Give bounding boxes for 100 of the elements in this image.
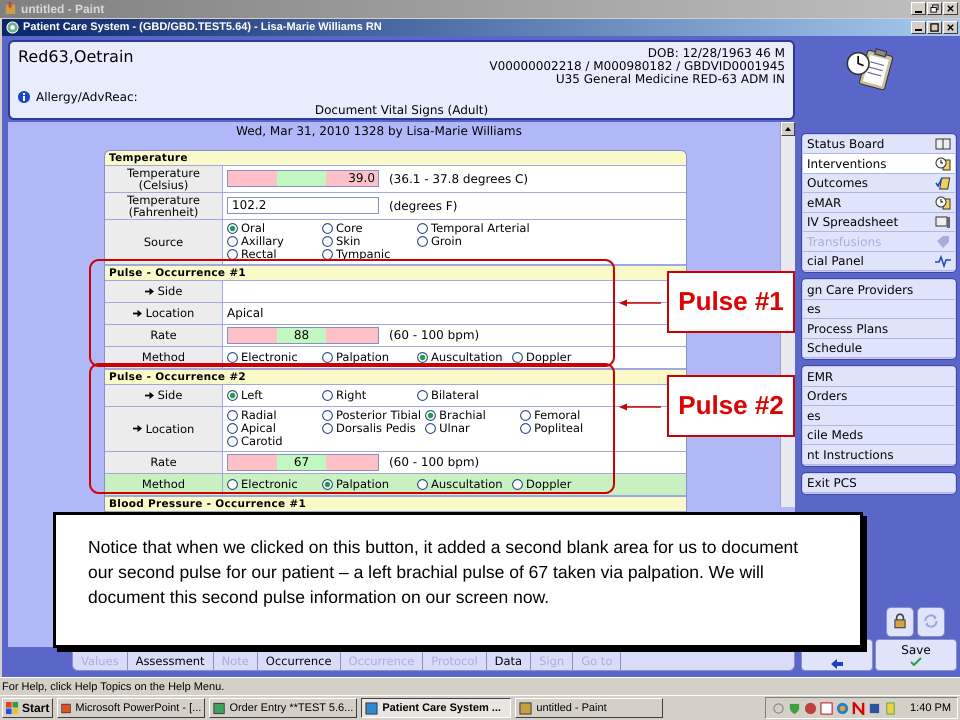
arrow-icon [132,308,142,318]
nav-item[interactable]: EMR [803,367,955,387]
nav-item[interactable]: Process Plans [803,319,955,339]
radio-button[interactable]: Bilateral [417,388,512,402]
nav-item[interactable]: eMAR [803,193,955,213]
nav-item[interactable]: Exit PCS [803,474,955,494]
radio-button[interactable]: Posterior Tibial [322,409,426,422]
radio-icon [417,223,428,234]
radio-icon [322,352,333,363]
nav-item[interactable]: Schedule [803,338,955,358]
radio-icon [227,423,238,434]
restore-button[interactable] [927,2,942,16]
nav-item[interactable]: Outcomes [803,174,955,194]
back-arrow-icon [831,659,843,670]
radio-button[interactable]: Groin [417,235,534,248]
nav-item[interactable]: es [803,300,955,320]
taskbar-button[interactable]: untitled - Paint [515,698,664,718]
nav-item[interactable]: IV Spreadsheet [803,212,955,232]
taskbar-button[interactable]: Microsoft PowerPoint - [... [57,698,206,718]
range-field[interactable]: 39.0 [227,170,379,188]
radio-button[interactable]: Electronic [227,350,322,364]
clock: 1:40 PM [910,702,951,714]
app-icon [61,702,72,715]
callout-arrow [619,402,661,411]
field-label: Rate [150,456,177,468]
patient-ids: V00000002218 / M000980182 / GBDVID0001945 [489,60,785,73]
nav-item[interactable]: cial Panel [803,252,955,272]
radio-button[interactable]: Core [322,222,417,236]
radio-icon [322,249,333,260]
refresh-button[interactable] [917,607,945,638]
radio-button[interactable]: Auscultation [417,478,512,491]
scroll-up-icon[interactable] [781,122,795,136]
network-icon [772,702,786,715]
range-field[interactable]: 67 [227,454,379,471]
monitor-icon [935,215,951,230]
nav-item[interactable]: Status Board [803,134,955,154]
range-hint: (36.1 - 37.8 degrees C) [389,172,528,186]
radio-icon [512,478,523,490]
radio-button[interactable]: Dorsalis Pedis [322,422,426,436]
app-icon [365,702,378,715]
radio-button[interactable]: Oral [227,222,322,236]
app-icon [6,20,19,34]
radio-icon [227,223,238,234]
maximize-icon [930,22,939,32]
checkmark-icon [910,657,922,668]
taskbar-button[interactable]: Patient Care System ... [361,698,512,718]
start-button[interactable]: Start [2,698,54,718]
radio-button[interactable]: Electronic [227,478,322,491]
app-icon [519,702,532,715]
radio-button[interactable]: Temporal Arterial [417,222,534,236]
radio-button[interactable]: Axillary [227,235,322,248]
maximize-button[interactable] [927,20,942,34]
radio-icon [322,423,333,434]
restore-icon [930,4,939,14]
radio-icon [227,478,238,490]
radio-button[interactable]: Ulnar [425,422,520,436]
range-hint: (60 - 100 bpm) [389,455,480,470]
radio-icon [227,410,238,422]
callout-label: Pulse #2 [667,374,795,437]
section-header: Blood Pressure - Occurrence #1 [105,496,686,512]
radio-button[interactable]: Apical [227,422,322,436]
nav-item[interactable]: nt Instructions [803,445,955,465]
radio-icon [520,423,532,434]
radio-button[interactable]: Doppler [512,350,607,364]
lock-button[interactable] [886,607,914,638]
radio-icon [322,410,333,422]
close-icon [946,4,955,14]
radio-button[interactable]: Skin [322,235,417,248]
input-field[interactable]: 102.2 [227,197,379,214]
field-label: Temperature (Fahrenheit) [126,194,201,218]
entry-info: Wed, Mar 31, 2010 1328 by Lisa-Marie Williams [236,124,522,138]
radio-button[interactable]: Palpation [322,478,417,491]
radio-button[interactable]: Femoral [520,409,616,422]
radio-button[interactable]: Popliteal [520,422,616,436]
range-field[interactable]: 88 [227,326,379,344]
tag-icon [935,234,951,249]
radio-button[interactable]: Doppler [512,478,607,491]
radio-button[interactable]: Radial [227,409,322,422]
taskbar-button[interactable]: Order Entry **TEST 5.6... [209,698,358,718]
nav-item[interactable]: gn Care Providers [803,280,955,300]
radio-button[interactable]: Rectal [227,248,322,262]
nav-item[interactable]: Orders [803,386,955,406]
radio-button[interactable]: Auscultation [417,350,512,364]
nav-item[interactable]: cile Meds [803,426,955,446]
nav-item[interactable]: es [803,406,955,426]
radio-button[interactable]: Carotid [227,435,322,448]
nav-item[interactable]: Interventions [803,154,955,174]
radio-button[interactable]: Tympanic [322,248,417,262]
save-button[interactable]: Save [875,639,957,672]
radio-button[interactable]: Brachial [425,409,520,422]
close-button[interactable] [943,2,958,16]
radio-icon [322,390,333,401]
minimize-button[interactable] [911,2,926,16]
minimize-button[interactable] [911,20,926,34]
field-label: Side [158,285,182,298]
radio-button[interactable]: Left [227,388,322,402]
close-button[interactable] [943,20,958,34]
radio-button[interactable]: Palpation [322,350,417,364]
radio-button[interactable]: Right [322,388,417,402]
status-text: For Help, click Help Topics on the Help Menu. [2,680,224,693]
